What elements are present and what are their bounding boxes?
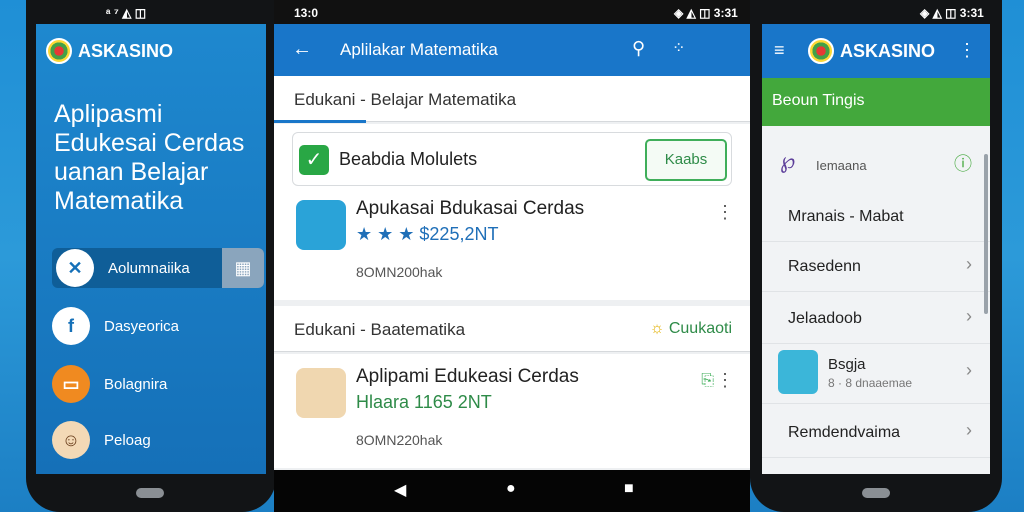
section-title: Edukani - Belajar Matematika xyxy=(294,90,517,109)
app-icon xyxy=(778,350,818,394)
menu-item-peloag[interactable]: ☺ Peloag xyxy=(52,421,151,459)
nav-back-icon[interactable]: ◀ xyxy=(394,480,406,500)
chevron-right-icon: › xyxy=(966,420,972,440)
app-icon xyxy=(296,200,346,250)
status-bar-right: ◈ ◭ ◫ 3:31 xyxy=(920,6,984,20)
app-size: 8OMN220hak xyxy=(356,432,443,448)
hero-title: Aplipasmi Edukesai Cerdas uanan Belajar … xyxy=(54,100,245,215)
status-right: ◈ ◭ ◫ 3:31 xyxy=(674,6,738,20)
green-band: Beoun Tingis xyxy=(762,78,990,126)
list-item-bseja[interactable]: Bsgja 8 · 8 dnaaemae › xyxy=(762,346,990,404)
sun-icon: ☼ xyxy=(649,320,669,337)
list-item-label: Mranais - Mabat xyxy=(788,208,904,225)
app-bar-title: Aplilakar Matematika xyxy=(340,40,498,59)
menu-label: Aolumnaiika xyxy=(108,259,190,277)
app-name: Apukasai Bdukasai Cerdas xyxy=(356,198,585,219)
brand-left: ASKASINO xyxy=(46,38,173,64)
search-icon[interactable]: ⚲ xyxy=(632,38,645,59)
app-name: Aplipami Edukeasi Cerdas xyxy=(356,366,579,387)
menu-label: Bolagnira xyxy=(104,375,168,393)
nav-recent-icon[interactable]: ■ xyxy=(624,480,634,498)
section-header-2: Edukani - Baatematika ☼ Cuukaoti xyxy=(274,306,750,352)
list-item-rasedenn[interactable]: Rasedenn › xyxy=(762,240,990,292)
green-band-label: Beoun Tingis xyxy=(772,92,865,109)
list-item-jelaadoob[interactable]: Jelaadoob › xyxy=(762,292,990,344)
right-app-bar: ≡ ASKASINO ⋮ xyxy=(762,24,990,78)
menu-item-bolagnira[interactable]: ▭ Bolagnira xyxy=(52,365,167,403)
right-phone: ◈ ◭ ◫ 3:31 ≡ ASKASINO ⋮ Beoun Tingis ℘ I… xyxy=(750,0,1002,512)
back-arrow-icon[interactable]: ← xyxy=(292,38,312,61)
list-item-remdendvaima[interactable]: Remdendvaima › xyxy=(762,406,990,458)
section-action-label: Cuukaoti xyxy=(668,320,732,337)
chevron-right-icon: › xyxy=(966,254,972,274)
right-screen: ≡ ASKASINO ⋮ Beoun Tingis ℘ Iemaana ⓘ Mr… xyxy=(762,24,990,474)
kebab-menu-icon[interactable]: ⋮ xyxy=(958,40,976,61)
middle-phone: 13:0 ◈ ◭ ◫ 3:31 ← Aplilakar Matematika ⚲… xyxy=(274,0,750,512)
hamburger-icon[interactable]: ≡ xyxy=(774,40,785,61)
brand-logo-icon xyxy=(46,38,72,64)
list-header-label: Iemaana xyxy=(816,158,867,173)
section-underline xyxy=(274,120,366,123)
avatar-icon: ☺ xyxy=(52,421,90,459)
section-title: Edukani - Baatematika xyxy=(294,320,466,339)
middle-screen: ← Aplilakar Matematika ⚲ ⁘ Edukani - Bel… xyxy=(274,24,750,470)
list-item-label: Rasedenn xyxy=(788,258,861,275)
nav-home-icon[interactable]: ● xyxy=(506,480,516,498)
brand-name: ASKASINO xyxy=(78,40,174,61)
feature-button[interactable]: Kaabs xyxy=(645,139,727,181)
list-item-label: Remdendvaima xyxy=(788,424,901,441)
brand-name: ASKASINO xyxy=(840,40,936,61)
grid-icon[interactable]: ▦ xyxy=(222,248,264,288)
menu-label: Peloag xyxy=(104,431,151,449)
chevron-right-icon: › xyxy=(966,360,972,380)
more-dots-icon[interactable]: ⁘ xyxy=(672,38,685,58)
app-size: 8OMN200hak xyxy=(356,264,443,280)
status-time: 13:0 xyxy=(294,6,319,20)
card-1: ✓ Beabdia Molulets Kaabs Apukasai Bdukas… xyxy=(274,124,750,300)
chevron-right-icon: › xyxy=(966,306,972,326)
left-phone: ᵃ ⁷ ◭ ◫ ASKASINO Aplipasmi Edukesai Cerd… xyxy=(26,0,276,512)
list-item-label: Jelaadoob xyxy=(788,310,862,327)
menu-item-dasyeorica[interactable]: f Dasyeorica xyxy=(52,307,179,345)
kebab-menu-icon[interactable]: ⋮ xyxy=(716,202,734,223)
facebook-icon: f xyxy=(52,307,90,345)
app-rating: ★ ★ ★ $225,2NT xyxy=(356,224,499,244)
list-item-mranais[interactable]: Mranais - Mabat xyxy=(762,190,990,242)
app-row-1[interactable]: Apukasai Bdukasai Cerdas ★ ★ ★ $225,2NT … xyxy=(294,198,734,288)
check-icon: ✓ xyxy=(299,145,329,175)
card-2: Aplipami Edukeasi Cerdas Hlaara 1165 2NT… xyxy=(274,354,750,468)
info-circle-icon[interactable]: ⓘ xyxy=(954,150,972,176)
kebab-menu-icon[interactable]: ⋮ xyxy=(716,370,734,391)
bseja-title: Bsgja xyxy=(828,356,866,373)
section-action[interactable]: ☼ Cuukaoti xyxy=(650,320,732,338)
status-bar-left: ᵃ ⁷ ◭ ◫ xyxy=(106,6,147,20)
brand-right: ASKASINO xyxy=(808,38,935,64)
section-header-1: Edukani - Belajar Matematika xyxy=(274,76,750,123)
app-rating: Hlaara 1165 2NT xyxy=(356,392,492,412)
symbol-icon: ℘ xyxy=(780,148,796,173)
close-icon: ✕ xyxy=(56,249,94,287)
home-pill-left[interactable] xyxy=(136,488,164,498)
menu-label: Dasyeorica xyxy=(104,317,180,335)
folder-icon: ▭ xyxy=(52,365,90,403)
app-row-2[interactable]: Aplipami Edukeasi Cerdas Hlaara 1165 2NT… xyxy=(294,366,734,456)
feature-row[interactable]: ✓ Beabdia Molulets Kaabs xyxy=(292,132,732,186)
brand-logo-icon xyxy=(808,38,834,64)
app-bar: ← Aplilakar Matematika ⚲ ⁘ xyxy=(274,24,750,76)
scrollbar[interactable] xyxy=(984,154,988,314)
bseja-sub: 8 · 8 dnaaemae xyxy=(828,376,913,390)
nav-bar: ◀ ● ■ xyxy=(274,470,750,512)
list-header[interactable]: ℘ Iemaana ⓘ xyxy=(762,136,990,188)
home-pill-right[interactable] xyxy=(862,488,890,498)
feature-label: Beabdia Molulets xyxy=(339,149,478,169)
menu-item-aolumnaiika[interactable]: ✕ Aolumnaiika ▦ xyxy=(52,248,264,288)
download-badge-icon[interactable]: ⎘ xyxy=(701,372,714,390)
left-screen: ASKASINO Aplipasmi Edukesai Cerdas uanan… xyxy=(36,24,266,474)
app-avatar-icon xyxy=(296,368,346,418)
